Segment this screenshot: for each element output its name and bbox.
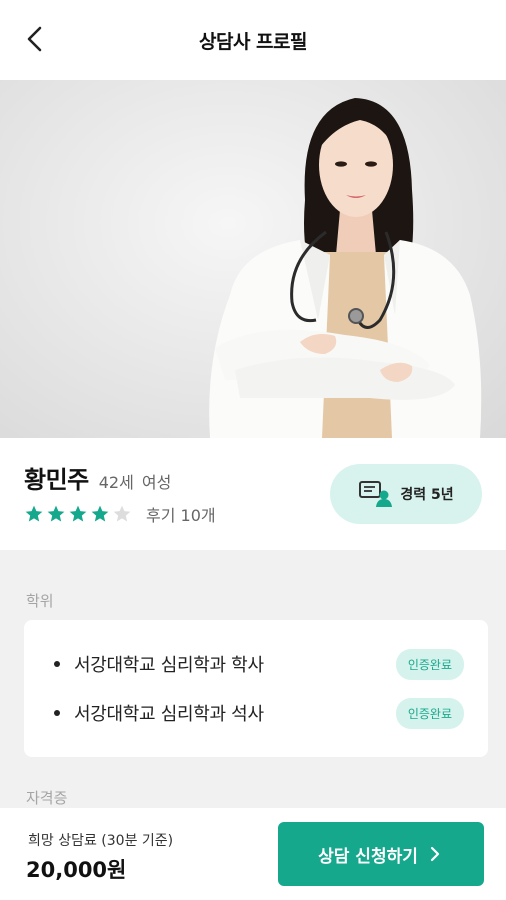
counselor-gender: 여성 (141, 473, 172, 492)
license-section-label: 자격증 (26, 789, 68, 807)
degree-card: 서강대학교 심리학과 학사 인증완료 서강대학교 심리학과 석사 인증완료 (24, 620, 488, 757)
bottom-bar: 희망 상담료 (30분 기준) 20,000원 상담 신청하기 (0, 808, 506, 900)
counselor-portrait (209, 98, 482, 438)
verified-badge: 인증완료 (395, 697, 464, 729)
chevron-right-icon (430, 846, 439, 862)
chat-person-icon (359, 481, 393, 507)
fee-label: 희망 상담료 (30분 기준) (28, 833, 174, 849)
apply-button-label: 상담 신청하기 (318, 846, 418, 867)
degree-item: 서강대학교 심리학과 석사 인증완료 (54, 696, 464, 730)
counselor-age: 42세 (98, 473, 134, 492)
page-title: 상담사 프로필 (199, 30, 308, 53)
star-icon (113, 505, 131, 522)
top-bar: 상담사 프로필 (0, 0, 506, 80)
career-badge: 경력 5년 (330, 464, 482, 524)
counselor-name: 황민주 (24, 466, 89, 494)
counselor-photo (0, 80, 506, 438)
degree-text: 서강대학교 심리학과 석사 (74, 704, 264, 725)
star-rating (24, 504, 134, 524)
back-button[interactable] (18, 22, 52, 56)
degree-section-label: 학위 (26, 592, 54, 610)
star-icon (91, 505, 109, 522)
star-icon (25, 505, 43, 522)
star-icon (47, 505, 65, 522)
apply-button[interactable]: 상담 신청하기 (278, 822, 484, 886)
degree-item: 서강대학교 심리학과 학사 인증완료 (54, 647, 464, 681)
rating-row: 후기 10개 (24, 502, 216, 526)
star-icon (69, 505, 87, 522)
name-row: 황민주 42세 여성 (24, 460, 171, 495)
review-count[interactable]: 후기 10개 (146, 502, 216, 526)
bullet (54, 661, 60, 667)
bullet (54, 710, 60, 716)
degree-text: 서강대학교 심리학과 학사 (74, 655, 264, 676)
career-text: 경력 5년 (400, 487, 454, 503)
profile-summary: 황민주 42세 여성 후기 10개 경력 5년 (0, 438, 506, 550)
verified-badge: 인증완료 (395, 648, 464, 680)
fee-value: 20,000원 (26, 858, 127, 882)
chevron-left-icon (27, 26, 42, 52)
